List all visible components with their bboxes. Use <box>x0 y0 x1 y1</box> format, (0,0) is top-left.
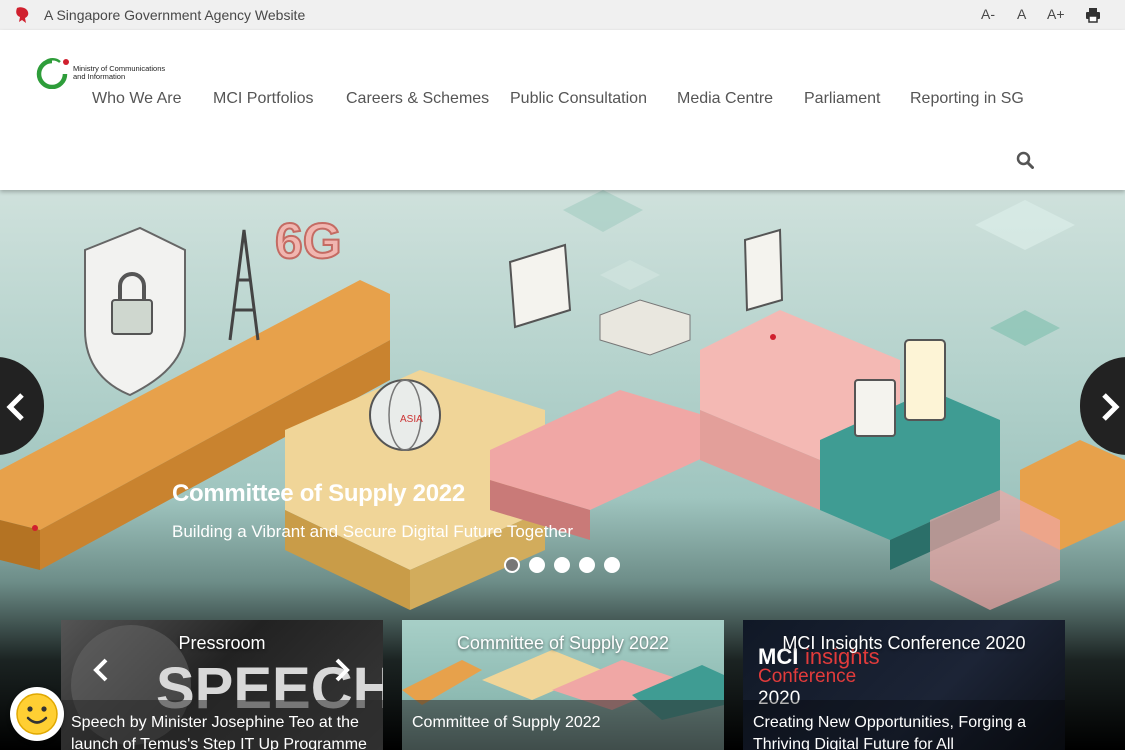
pressroom-card[interactable]: SPEECH Pressroom Speech by Minister Jose… <box>61 620 383 750</box>
insights-card[interactable]: MCI insights Conference 2020 MCI Insight… <box>743 620 1065 750</box>
site-header: Ministry of Communications and Informati… <box>0 30 1125 190</box>
pressroom-prev-arrow-icon[interactable] <box>91 657 111 683</box>
nav-parliament[interactable]: Parliament <box>804 90 880 108</box>
font-decrease-button[interactable]: A- <box>981 6 995 22</box>
mci-logo[interactable]: Ministry of Communications and Informati… <box>32 57 182 89</box>
carousel-dot-4[interactable] <box>579 557 595 573</box>
nav-who-we-are[interactable]: Who We Are <box>92 90 182 108</box>
main-nav: Who We Are MCI Portfolios Careers & Sche… <box>0 90 1125 112</box>
chevron-left-icon <box>6 393 24 421</box>
smiley-icon <box>16 693 58 735</box>
chevron-right-icon <box>1102 393 1120 421</box>
carousel-dot-3[interactable] <box>554 557 570 573</box>
nav-media-centre[interactable]: Media Centre <box>677 90 773 108</box>
pressroom-card-heading: Pressroom <box>178 633 266 653</box>
carousel-dot-1[interactable] <box>504 557 520 573</box>
cos-card[interactable]: Committee of Supply 2022 Committee of Su… <box>402 620 724 750</box>
insights-image-conference: Conference <box>758 666 856 687</box>
gov-agency-text: A Singapore Government Agency Website <box>44 7 306 23</box>
print-icon[interactable] <box>1085 7 1101 23</box>
nav-reporting-in-sg[interactable]: Reporting in SG <box>910 90 1024 108</box>
gov-masthead: A Singapore Government Agency Website A-… <box>0 0 1125 30</box>
nav-public-consultation[interactable]: Public Consultation <box>510 90 647 108</box>
art-asia-text: ASIA <box>400 414 423 425</box>
feedback-button[interactable] <box>10 687 64 741</box>
logo-text-line2: and Information <box>73 72 126 81</box>
insights-card-heading: MCI Insights Conference 2020 <box>782 633 1026 653</box>
pressroom-card-caption[interactable]: Speech by Minister Josephine Teo at the … <box>71 712 381 750</box>
nav-mci-portfolios[interactable]: MCI Portfolios <box>213 90 313 108</box>
nav-careers-schemes[interactable]: Careers & Schemes <box>346 90 489 108</box>
font-reset-button[interactable]: A <box>1017 6 1026 22</box>
cos-card-heading: Committee of Supply 2022 <box>456 633 670 653</box>
mci-logo-mark-icon <box>36 57 69 89</box>
carousel-indicators <box>504 557 620 573</box>
carousel-dot-5[interactable] <box>604 557 620 573</box>
search-icon[interactable] <box>1016 151 1034 169</box>
art-6g-text: 6G <box>275 213 342 269</box>
font-increase-button[interactable]: A+ <box>1047 6 1065 22</box>
hero-title[interactable]: Committee of Supply 2022 <box>172 480 465 508</box>
carousel-dot-2[interactable] <box>529 557 545 573</box>
lion-head-icon <box>16 7 29 23</box>
insights-card-caption[interactable]: Creating New Opportunities, Forging a Th… <box>753 712 1063 750</box>
cos-card-caption[interactable]: Committee of Supply 2022 <box>412 712 722 734</box>
hero-subtitle: Building a Vibrant and Secure Digital Fu… <box>172 522 574 541</box>
pressroom-next-arrow-icon[interactable] <box>332 657 352 683</box>
